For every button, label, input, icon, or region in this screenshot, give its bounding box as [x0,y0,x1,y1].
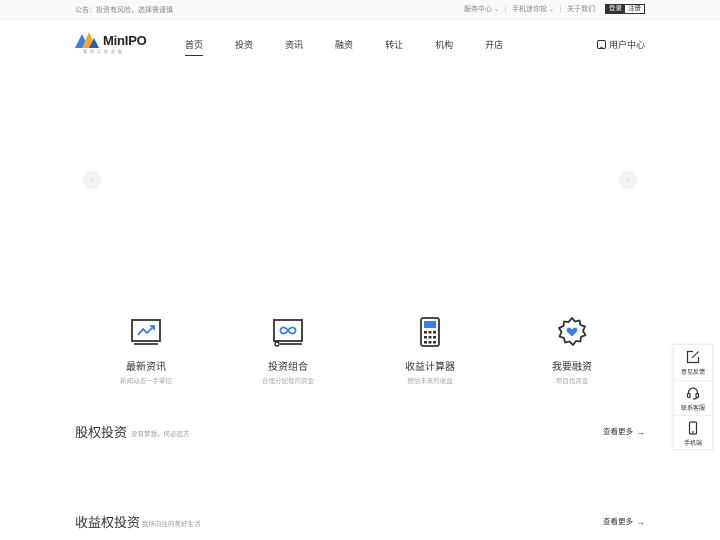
nav-open-store[interactable]: 开店 [485,38,503,51]
nav-news[interactable]: 资讯 [285,38,303,51]
auth-buttons: 登录 注册 [605,4,645,14]
chevron-down-icon: ⌄ [493,6,499,13]
hero-banner: ‹ › [0,68,720,293]
mobile-app-link[interactable]: 手机迷你投 ⌄ [512,4,554,14]
nav-financing[interactable]: 融资 [335,38,353,51]
divider [560,5,561,13]
logo-tagline: 看得见的金融 [83,49,125,54]
feature-latest-news[interactable]: 最新资讯 新闻动态一手掌控 [75,315,217,385]
feature-links: 最新资讯 新闻动态一手掌控 投资组合 合理分配我的资金 收益计算器 预估未来的收… [75,315,645,385]
about-us-link[interactable]: 关于我们 [567,4,595,14]
feedback-button[interactable]: 意见反馈 [674,345,712,380]
mobile-app-label: 手机迷你投 [511,6,547,13]
feature-title: 收益计算器 [405,362,455,373]
monitor-trend-icon [131,319,161,345]
user-face-icon [596,40,606,49]
logo-mountain-icon [75,32,99,48]
service-center-link[interactable]: 服务中心 ⌄ [464,4,499,14]
view-more-label: 查看更多 [603,517,633,526]
view-more-link[interactable]: 查看更多 → [603,426,645,437]
feature-subtitle: 合理分配我的资金 [262,378,314,385]
feature-portfolio[interactable]: 投资组合 合理分配我的资金 [217,315,359,385]
floating-sidebar: 意见反馈 联系客服 手机端 [673,344,713,450]
section-title: 收益权投资 [75,515,141,530]
feature-title: 投资组合 [268,362,308,373]
headset-icon [686,387,700,400]
view-more-link[interactable]: 查看更多 → [603,516,645,527]
arrow-right-icon: → [636,426,645,437]
equity-investment-section-header: 股权投资 没有梦想，何必远方 查看更多 → [75,422,645,442]
top-links: 服务中心 ⌄ 手机迷你投 ⌄ 关于我们 登录 注册 [464,4,645,14]
main-nav: 首页 投资 资讯 融资 转让 机构 开店 [185,38,535,56]
nav-home[interactable]: 首页 [185,38,204,56]
feature-subtitle: 项目找资金 [555,378,589,385]
banner-prev-button[interactable]: ‹ [83,171,101,189]
user-center-label: 用户中心 [608,40,645,50]
customer-service-button[interactable]: 联系客服 [674,380,712,415]
section-title: 股权投资 [75,425,128,440]
feature-title: 最新资讯 [126,362,166,373]
nav-transfer[interactable]: 转让 [385,38,403,51]
logo[interactable]: MinIPO 看得见的金融 [75,30,155,58]
calculator-icon [420,317,440,347]
feature-subtitle: 预估未来的收益 [407,378,453,385]
section-subtitle: 没有梦想，何必远方 [131,431,190,438]
feature-subtitle: 新闻动态一手掌控 [120,378,172,385]
feature-calculator[interactable]: 收益计算器 预估未来的收益 [359,315,501,385]
sidebar-label: 手机端 [683,441,702,447]
sidebar-label: 意见反馈 [680,370,705,376]
sidebar-label: 联系客服 [680,406,705,412]
divider [504,5,506,13]
about-us-label: 关于我们 [567,6,595,13]
logo-text: MinIPO [103,33,147,48]
feature-financing[interactable]: 我要融资 项目找资金 [501,315,643,385]
income-rights-section-header: 收益权投资 我所向往的美好生活 查看更多 → [75,512,645,532]
announcement-text: 公告：投资有风险，选择需谨慎 [75,7,173,14]
mobile-button[interactable]: 手机端 [674,415,712,450]
nav-invest[interactable]: 投资 [235,38,253,51]
feature-title: 我要融资 [552,362,592,373]
banner-next-button[interactable]: › [619,171,637,189]
register-button[interactable]: 注册 [625,5,644,13]
section-subtitle: 我所向往的美好生活 [142,521,201,528]
chevron-down-icon: ⌄ [548,6,554,13]
phone-icon [688,421,698,435]
login-button[interactable]: 登录 [606,5,625,13]
edit-icon [686,350,700,364]
nav-institutions[interactable]: 机构 [435,38,453,51]
heart-gear-icon [558,317,587,346]
view-more-label: 查看更多 [603,427,633,436]
top-bar: 公告：投资有风险，选择需谨慎 服务中心 ⌄ 手机迷你投 ⌄ 关于我们 登录 注册 [0,0,720,20]
arrow-right-icon: → [636,516,645,527]
user-center-link[interactable]: 用户中心 [596,38,645,51]
service-center-label: 服务中心 [463,6,492,13]
header: MinIPO 看得见的金融 首页 投资 资讯 融资 转让 机构 开店 用户中心 [0,20,720,68]
infinity-screen-icon [273,319,303,347]
